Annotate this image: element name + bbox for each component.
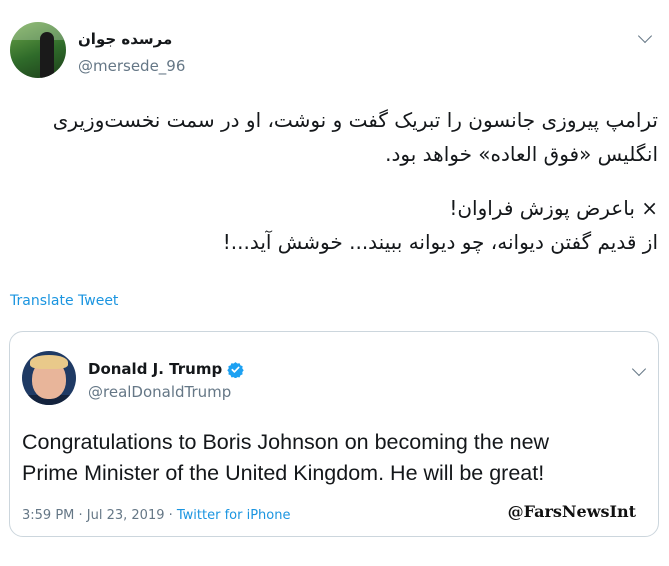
quoted-author-avatar[interactable] xyxy=(22,351,76,405)
tweet-line: انگلیس «فوق العاده» خواهد بود. xyxy=(385,142,658,166)
chevron-down-icon[interactable] xyxy=(637,28,653,44)
quoted-text-line: Prime Minister of the United Kingdom. He… xyxy=(22,461,545,485)
verified-badge-icon xyxy=(227,361,244,378)
watermark: @FarsNewsInt xyxy=(507,502,636,521)
translate-tweet-link[interactable]: Translate Tweet xyxy=(10,293,118,309)
quoted-author-handle[interactable]: @realDonaldTrump xyxy=(88,383,231,401)
quoted-author-name-row[interactable]: Donald J. Trump xyxy=(88,360,244,378)
author-avatar[interactable] xyxy=(10,22,66,78)
tweet-line: ترامپ پیروزی جانسون را تبریک گفت و نوشت،… xyxy=(52,108,658,132)
tweet-text: ترامپ پیروزی جانسون را تبریک گفت و نوشت،… xyxy=(18,103,658,259)
quoted-timestamp[interactable]: 3:59 PM · Jul 23, 2019 · xyxy=(22,508,177,523)
author-display-name[interactable]: مرسده جوان xyxy=(78,30,172,48)
quoted-source-link[interactable]: Twitter for iPhone xyxy=(177,508,291,523)
quoted-tweet-meta: 3:59 PM · Jul 23, 2019 · Twitter for iPh… xyxy=(22,508,290,523)
tweet-line: از قدیم گفتن دیوانه، چو دیوانه ببیند... … xyxy=(222,230,658,254)
chevron-down-icon[interactable] xyxy=(631,361,647,377)
quoted-tweet[interactable]: Donald J. Trump @realDonaldTrump Congrat… xyxy=(9,331,659,537)
tweet-line: × باعرض پوزش فراوان! xyxy=(449,196,658,220)
tweet-card: مرسده جوان @mersede_96 ترامپ پیروزی جانس… xyxy=(0,0,669,566)
quoted-author-display-name[interactable]: Donald J. Trump xyxy=(88,360,222,378)
quoted-tweet-text: Congratulations to Boris Johnson on beco… xyxy=(22,427,652,489)
quoted-text-line: Congratulations to Boris Johnson on beco… xyxy=(22,430,550,454)
author-handle[interactable]: @mersede_96 xyxy=(78,57,185,75)
